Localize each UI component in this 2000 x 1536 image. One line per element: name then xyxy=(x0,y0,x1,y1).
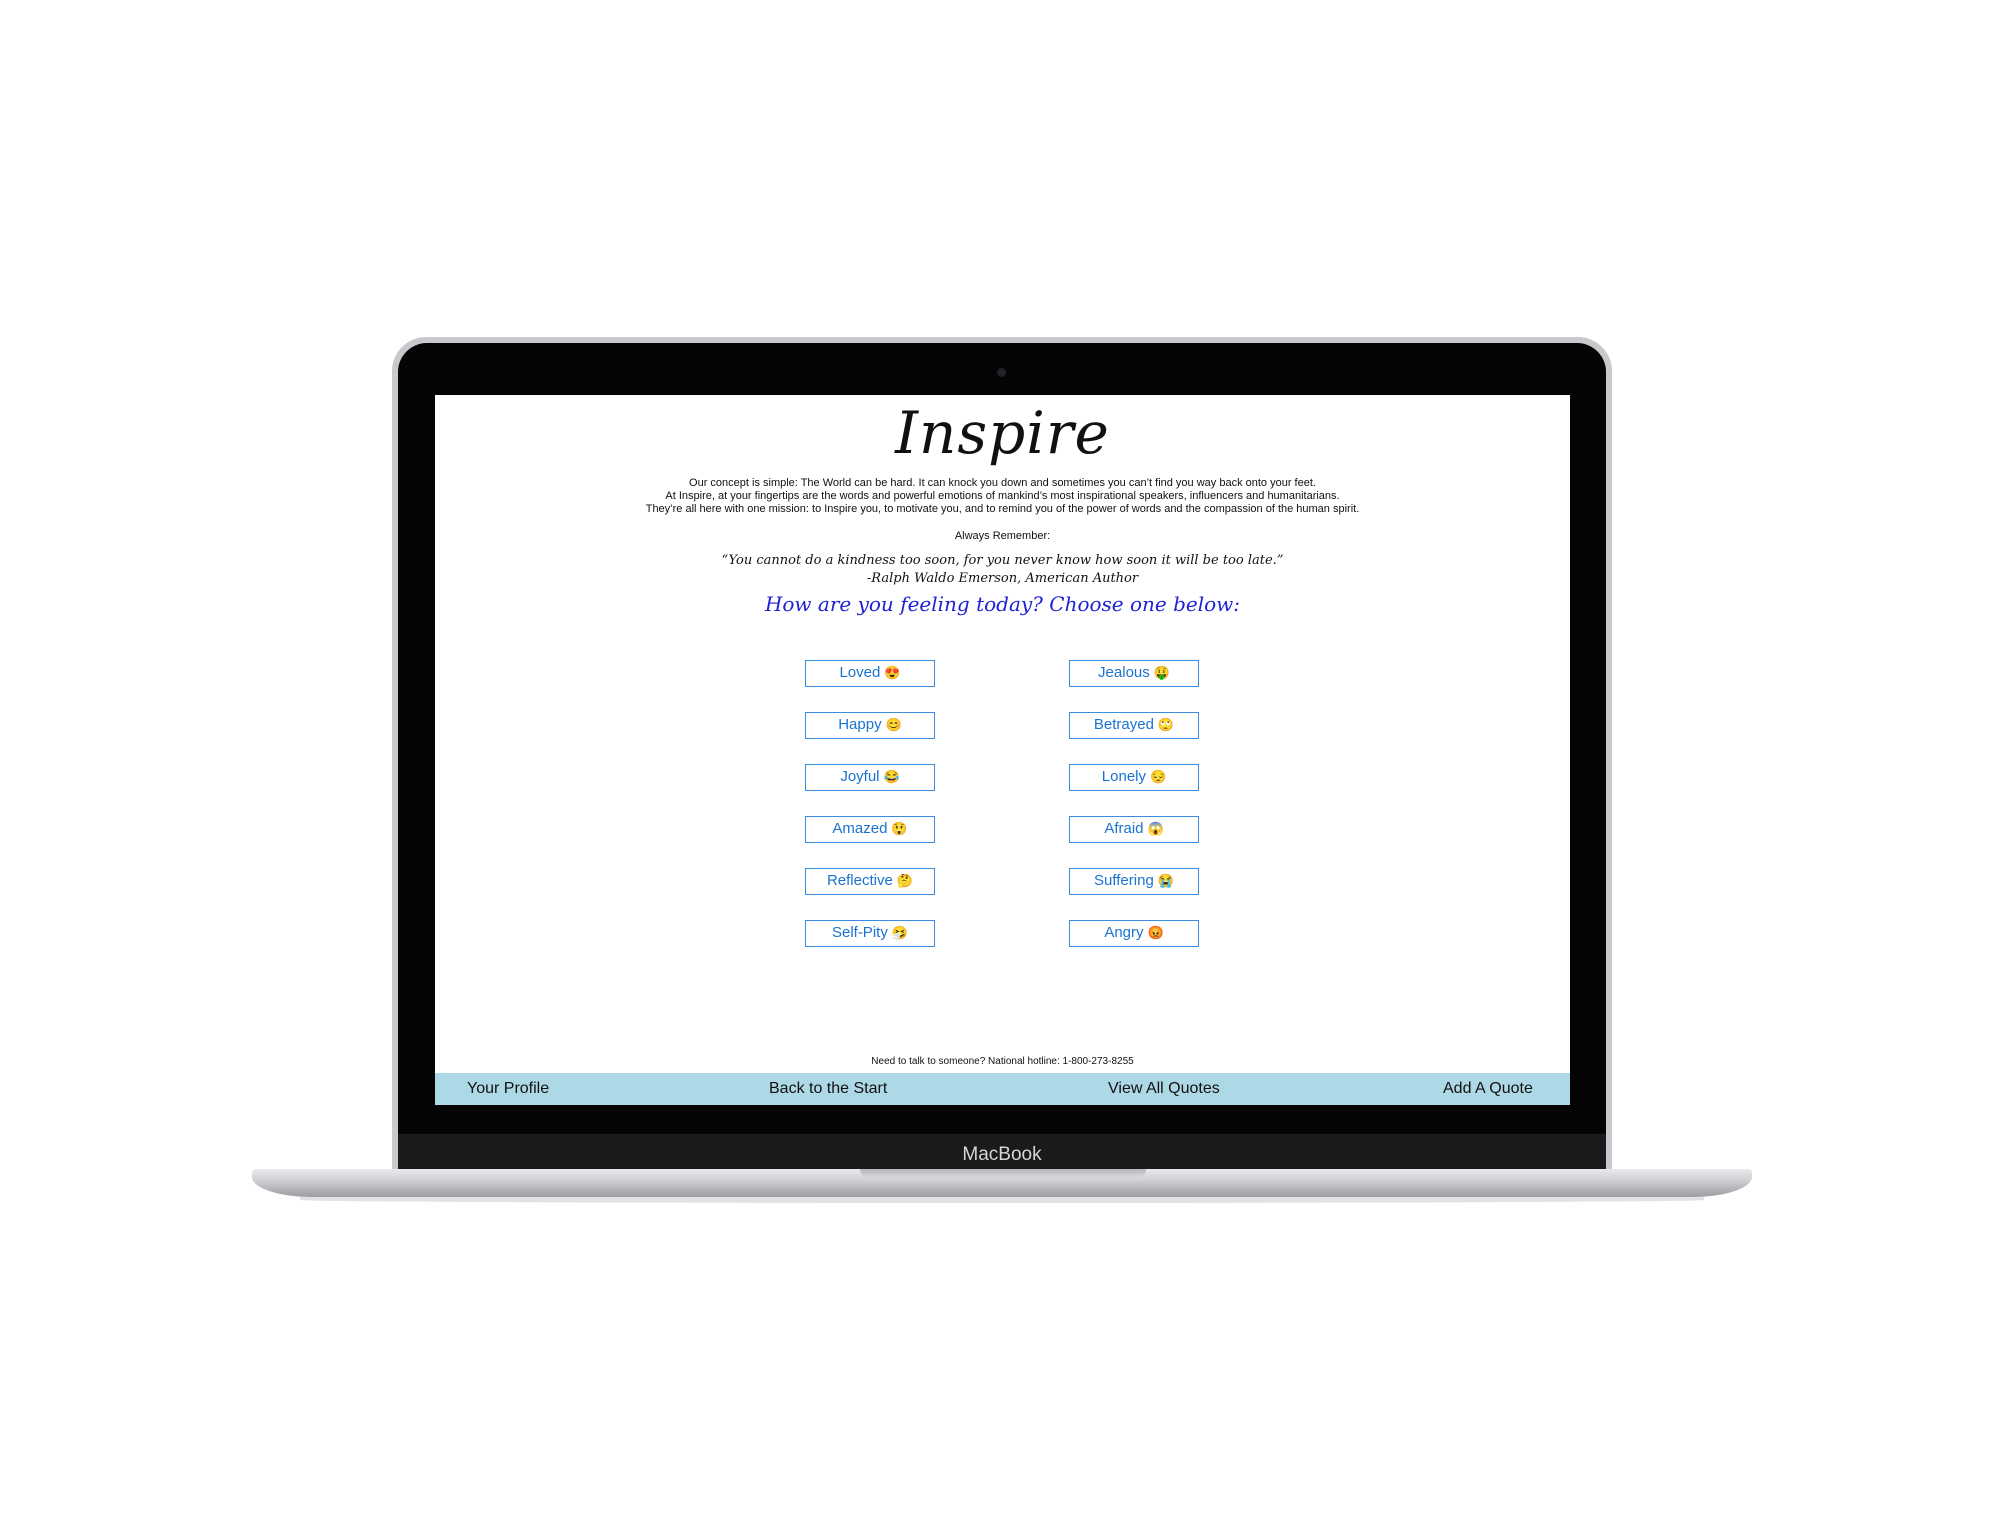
nav-back-to-start[interactable]: Back to the Start xyxy=(769,1073,887,1105)
site-logo[interactable]: Inspire xyxy=(435,399,1570,467)
featured-quote: “You cannot do a kindness too soon, for … xyxy=(721,553,1284,568)
crying-icon: 😭 xyxy=(1157,873,1174,888)
mood-label: Amazed xyxy=(832,820,888,837)
mood-label: Suffering xyxy=(1094,872,1154,889)
mood-label: Betrayed xyxy=(1093,716,1154,733)
mood-button-afraid[interactable]: Afraid 😱 xyxy=(1069,816,1199,843)
intro-line: Our concept is simple: The World can be … xyxy=(689,477,1316,489)
mood-prompt: How are you feeling today? Choose one be… xyxy=(764,592,1241,616)
camera-icon xyxy=(997,368,1006,377)
mood-button-jealous[interactable]: Jealous 🤑 xyxy=(1069,660,1199,687)
eye-roll-icon: 🙄 xyxy=(1157,717,1175,732)
hotline-text: Need to talk to someone? National hotlin… xyxy=(871,1056,1134,1067)
mood-label: Loved xyxy=(839,664,881,681)
mood-button-happy[interactable]: Happy 😊 xyxy=(805,712,935,739)
mood-button-angry[interactable]: Angry 😡 xyxy=(1069,920,1199,947)
laptop-shadow xyxy=(300,1197,1704,1203)
screaming-icon: 😱 xyxy=(1147,821,1164,836)
browser-screen: Inspire Our concept is simple: The World… xyxy=(435,395,1570,1105)
heart-eyes-icon: 😍 xyxy=(884,665,901,680)
mood-button-self-pity[interactable]: Self-Pity 🤧 xyxy=(805,920,935,947)
mood-button-amazed[interactable]: Amazed 😲 xyxy=(805,816,935,843)
quote-author: -Ralph Waldo Emerson, American Author xyxy=(866,571,1139,586)
nav-view-all-quotes[interactable]: View All Quotes xyxy=(1108,1073,1220,1105)
mood-button-loved[interactable]: Loved 😍 xyxy=(805,660,935,687)
remember-label: Always Remember: xyxy=(954,530,1051,542)
bottom-nav: Your Profile Back to the Start View All … xyxy=(435,1073,1570,1105)
mood-button-lonely[interactable]: Lonely 😔 xyxy=(1069,764,1199,791)
mood-label: Reflective xyxy=(826,872,893,889)
astonished-icon: 😲 xyxy=(891,821,908,836)
mood-label: Self-Pity xyxy=(831,924,888,941)
thinking-icon: 🤔 xyxy=(896,873,914,888)
mood-label: Jealous xyxy=(1098,664,1150,681)
nav-add-a-quote[interactable]: Add A Quote xyxy=(1443,1073,1533,1105)
nav-your-profile[interactable]: Your Profile xyxy=(467,1073,549,1105)
mood-label: Happy xyxy=(838,716,882,733)
intro-text: Our concept is simple: The World can be … xyxy=(435,477,1570,516)
money-mouth-icon: 🤑 xyxy=(1153,665,1170,680)
intro-line: At Inspire, at your fingertips are the w… xyxy=(665,490,1340,502)
smile-icon: 😊 xyxy=(885,717,902,732)
mood-label: Afraid xyxy=(1104,820,1144,837)
mood-label: Lonely xyxy=(1101,768,1146,785)
mood-label: Joyful xyxy=(840,768,880,785)
laptop-notch xyxy=(860,1169,1146,1178)
angry-face-icon: 😡 xyxy=(1147,925,1164,940)
intro-line: They’re all here with one mission: to In… xyxy=(645,503,1360,515)
mood-button-joyful[interactable]: Joyful 😂 xyxy=(805,764,935,791)
mood-button-betrayed[interactable]: Betrayed 🙄 xyxy=(1069,712,1199,739)
tears-of-joy-icon: 😂 xyxy=(883,769,900,784)
mood-label: Angry xyxy=(1104,924,1144,941)
sneezing-icon: 🤧 xyxy=(891,925,909,940)
mood-button-suffering[interactable]: Suffering 😭 xyxy=(1069,868,1199,895)
mood-button-reflective[interactable]: Reflective 🤔 xyxy=(805,868,935,895)
pensive-icon: 😔 xyxy=(1150,769,1167,784)
